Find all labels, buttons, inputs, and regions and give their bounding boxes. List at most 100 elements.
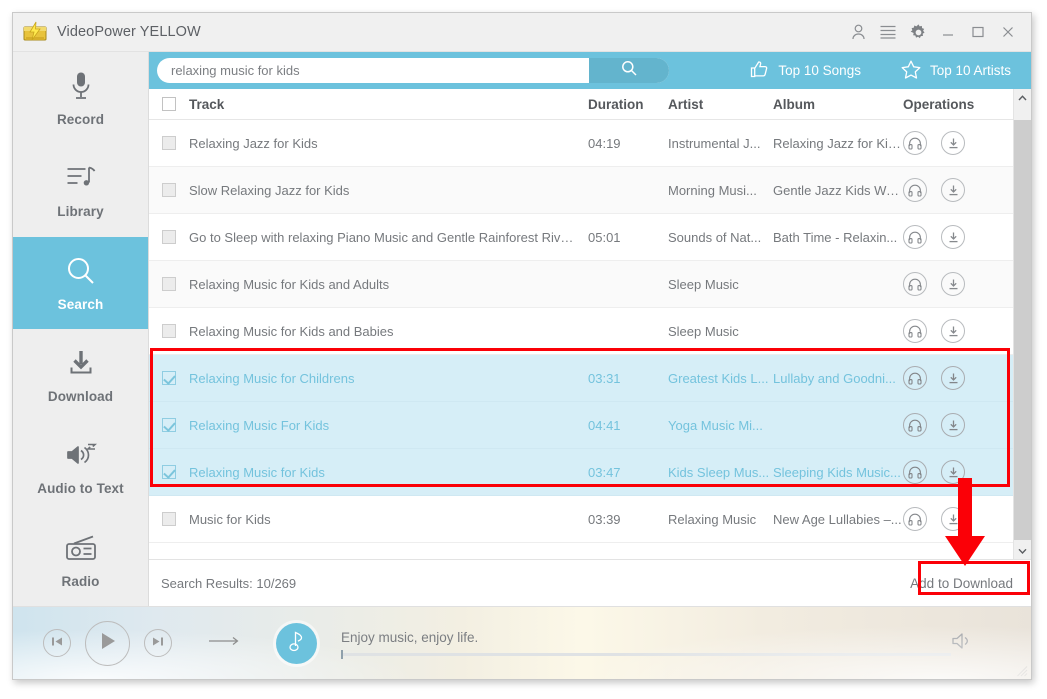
table-row[interactable]: Relaxing Jazz for Kids 04:19 Instrumental … <box>149 120 1013 167</box>
minimize-icon[interactable] <box>933 17 963 47</box>
scrollbar-track[interactable] <box>1014 106 1031 542</box>
column-header-duration[interactable]: Duration <box>588 97 668 112</box>
row-checkbox[interactable] <box>149 183 189 197</box>
row-checkbox[interactable] <box>149 136 189 150</box>
volume-icon <box>951 631 973 656</box>
column-header-track[interactable]: Track <box>189 97 588 112</box>
headphones-icon[interactable] <box>903 178 927 202</box>
table-row[interactable]: Relaxing Music For Kids 04:41 Yoga Music M… <box>149 402 1013 449</box>
column-header-artist[interactable]: Artist <box>668 97 773 112</box>
headphones-icon[interactable] <box>903 460 927 484</box>
close-icon[interactable] <box>993 17 1023 47</box>
playback-progress-bar[interactable] <box>341 650 951 659</box>
cell-artist: Yoga Music Mi... <box>668 417 763 433</box>
row-checkbox[interactable] <box>149 418 189 432</box>
sidebar-item-download[interactable]: Download <box>13 329 148 421</box>
column-header-album[interactable]: Album <box>773 97 903 112</box>
headphones-icon[interactable] <box>903 319 927 343</box>
download-circle-icon[interactable] <box>941 225 965 249</box>
table-columns: Track Duration Artist Album Operations R… <box>149 89 1013 559</box>
top-10-songs-button[interactable]: Top 10 Songs <box>730 60 881 81</box>
list-icon[interactable] <box>873 17 903 47</box>
vertical-scrollbar[interactable] <box>1013 89 1031 559</box>
download-circle-icon[interactable] <box>941 131 965 155</box>
sidebar-item-library[interactable]: Library <box>13 144 148 236</box>
row-checkbox[interactable] <box>149 465 189 479</box>
headphones-icon[interactable] <box>903 131 927 155</box>
now-playing-thumbnail[interactable] <box>276 622 317 664</box>
speaker-text-icon <box>65 438 97 472</box>
next-track-button[interactable] <box>144 629 172 657</box>
row-operations <box>903 131 1013 155</box>
search-icon <box>66 254 96 288</box>
repeat-mode-button[interactable] <box>208 634 240 652</box>
table-row[interactable]: Relaxing Music for Kids 03:47 Kids Sleep M… <box>149 449 1013 496</box>
table-row[interactable]: Relaxing Music for Kids and Babies Sleep … <box>149 308 1013 355</box>
scrollbar-thumb[interactable] <box>1014 120 1031 540</box>
videopower-logo-icon <box>23 21 47 43</box>
headphones-icon[interactable] <box>903 413 927 437</box>
download-circle-icon[interactable] <box>941 413 965 437</box>
player-bar: Enjoy music, enjoy life. <box>13 606 1031 679</box>
previous-track-button[interactable] <box>43 629 71 657</box>
row-checkbox[interactable] <box>149 512 189 526</box>
star-icon <box>901 60 921 82</box>
search-submit-button[interactable] <box>589 58 669 83</box>
sidebar-item-record[interactable]: Record <box>13 52 148 144</box>
table-header-row: Track Duration Artist Album Operations <box>149 89 1013 120</box>
sidebar-item-audio-to-text[interactable]: Audio to Text <box>13 421 148 513</box>
download-circle-icon[interactable] <box>941 460 965 484</box>
row-checkbox[interactable] <box>149 230 189 244</box>
cell-track: Relaxing Jazz for Kids <box>189 135 318 151</box>
row-checkbox[interactable] <box>149 371 189 385</box>
download-circle-icon[interactable] <box>941 507 965 531</box>
add-to-download-button[interactable]: Add to Download <box>904 572 1019 595</box>
now-playing-info: Enjoy music, enjoy life. <box>341 630 951 659</box>
sidebar-item-label: Radio <box>61 573 100 589</box>
row-operations <box>903 272 1013 296</box>
headphones-icon[interactable] <box>903 366 927 390</box>
column-header-operations: Operations <box>903 96 975 112</box>
cell-duration: 03:31 <box>588 370 621 386</box>
select-all-checkbox[interactable] <box>149 97 189 111</box>
gear-icon[interactable] <box>903 17 933 47</box>
play-button[interactable] <box>85 620 130 666</box>
search-box[interactable] <box>157 58 669 83</box>
top-10-artists-label: Top 10 Artists <box>929 63 1011 78</box>
search-input[interactable] <box>157 58 589 83</box>
table-row[interactable]: Relaxing Music for Childrens 03:31 Greates… <box>149 355 1013 402</box>
download-circle-icon[interactable] <box>941 178 965 202</box>
resize-grip[interactable] <box>1016 664 1028 677</box>
headphones-icon[interactable] <box>903 225 927 249</box>
download-icon <box>67 346 95 380</box>
maximize-icon[interactable] <box>963 17 993 47</box>
table-row[interactable]: Go to Sleep with relaxing Piano Music an… <box>149 214 1013 261</box>
content-area: Top 10 Songs Top 10 Artists <box>148 52 1031 606</box>
sidebar-item-search[interactable]: Search <box>13 236 148 329</box>
cell-album: Gentle Jazz Kids Wa... <box>773 182 903 198</box>
cell-album: Bath Time - Relaxin... <box>773 229 898 245</box>
search-toolbar: Top 10 Songs Top 10 Artists <box>149 52 1031 89</box>
row-checkbox[interactable] <box>149 324 189 338</box>
download-circle-icon[interactable] <box>941 366 965 390</box>
scroll-up-button[interactable] <box>1014 89 1031 106</box>
top-10-artists-button[interactable]: Top 10 Artists <box>881 60 1031 82</box>
download-circle-icon[interactable] <box>941 272 965 296</box>
microphone-icon <box>70 69 92 103</box>
cell-artist: Greatest Kids L... <box>668 370 769 386</box>
scroll-down-button[interactable] <box>1014 542 1031 559</box>
table-row[interactable]: Relaxing Music for Kids and Adults Sleep … <box>149 261 1013 308</box>
download-circle-icon[interactable] <box>941 319 965 343</box>
repeat-arrow-icon <box>208 634 240 651</box>
account-icon[interactable] <box>843 17 873 47</box>
cell-track: Slow Relaxing Jazz for Kids <box>189 182 350 198</box>
volume-button[interactable] <box>951 631 973 656</box>
row-checkbox[interactable] <box>149 277 189 291</box>
headphones-icon[interactable] <box>903 272 927 296</box>
headphones-icon[interactable] <box>903 507 927 531</box>
table-row[interactable]: Slow Relaxing Jazz for Kids Morning Musi.… <box>149 167 1013 214</box>
radio-icon <box>65 531 97 565</box>
title-bar: VideoPower YELLOW <box>13 13 1031 52</box>
table-row[interactable]: Music for Kids 03:39 Relaxing Music New Age… <box>149 496 1013 543</box>
sidebar-item-radio[interactable]: Radio <box>13 514 148 606</box>
